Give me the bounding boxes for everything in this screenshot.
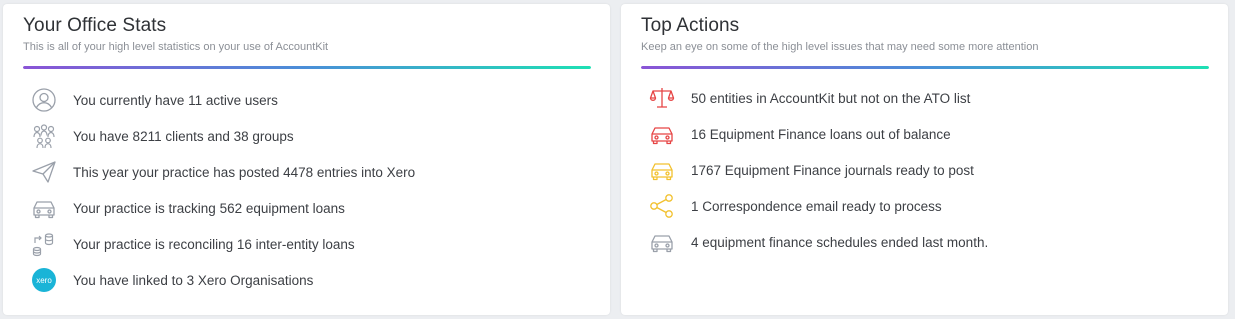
stat-text: You have 8211 clients and 38 groups: [73, 128, 294, 144]
stat-text: You currently have 11 active users: [73, 92, 278, 108]
action-row-schedules-ended[interactable]: 4 equipment finance schedules ended last…: [649, 224, 988, 260]
action-row-correspondence[interactable]: 1 Correspondence email ready to process: [649, 188, 988, 224]
paper-plane-icon: [31, 159, 57, 185]
stat-text: You have linked to 3 Xero Organisations: [73, 272, 314, 288]
car-yellow-icon: [649, 157, 675, 183]
car-red-icon: [649, 121, 675, 147]
stat-row-xero-entries: This year your practice has posted 4478 …: [31, 154, 415, 190]
action-row-journals-ready[interactable]: 1767 Equipment Finance journals ready to…: [649, 152, 988, 188]
action-text: 1 Correspondence email ready to process: [691, 198, 942, 214]
top-actions-subtitle: Keep an eye on some of the high level is…: [641, 41, 1039, 53]
stat-row-xero-orgs: xero You have linked to 3 Xero Organisat…: [31, 262, 415, 298]
action-text: 1767 Equipment Finance journals ready to…: [691, 162, 974, 178]
people-group-icon: [31, 123, 57, 149]
car-gray-icon: [649, 229, 675, 255]
top-actions-title: Top Actions: [641, 15, 740, 36]
stat-text: This year your practice has posted 4478 …: [73, 164, 416, 180]
office-stats-list: You currently have 11 active users You h…: [31, 82, 415, 298]
office-stats-subtitle: This is all of your high level statistic…: [23, 41, 329, 53]
xero-logo-icon: xero: [31, 267, 57, 293]
top-actions-divider: [641, 66, 1209, 69]
xero-logo-text: xero: [32, 268, 56, 292]
dashboard: Your Office Stats This is all of your hi…: [0, 0, 1235, 319]
user-circle-icon: [31, 87, 57, 113]
action-text: 16 Equipment Finance loans out of balanc…: [691, 126, 951, 142]
car-icon: [31, 195, 57, 221]
coins-transfer-icon: [31, 231, 57, 257]
action-text: 4 equipment finance schedules ended last…: [691, 234, 989, 250]
stat-text: Your practice is tracking 562 equipment …: [73, 200, 345, 216]
action-row-loans-out-of-balance[interactable]: 16 Equipment Finance loans out of balanc…: [649, 116, 988, 152]
share-icon: [649, 193, 675, 219]
action-row-ato-entities[interactable]: 50 entities in AccountKit but not on the…: [649, 80, 988, 116]
stat-row-users: You currently have 11 active users: [31, 82, 415, 118]
top-actions-card: Top Actions Keep an eye on some of the h…: [621, 4, 1228, 315]
top-actions-list: 50 entities in AccountKit but not on the…: [649, 80, 988, 260]
office-stats-divider: [23, 66, 591, 69]
action-text: 50 entities in AccountKit but not on the…: [691, 90, 971, 106]
stat-row-equipment-loans: Your practice is tracking 562 equipment …: [31, 190, 415, 226]
stat-text: Your practice is reconciling 16 inter-en…: [73, 236, 355, 252]
scales-icon: [649, 85, 675, 111]
stat-row-clients: You have 8211 clients and 38 groups: [31, 118, 415, 154]
office-stats-card: Your Office Stats This is all of your hi…: [3, 4, 610, 315]
stat-row-inter-entity-loans: Your practice is reconciling 16 inter-en…: [31, 226, 415, 262]
office-stats-title: Your Office Stats: [23, 15, 167, 36]
